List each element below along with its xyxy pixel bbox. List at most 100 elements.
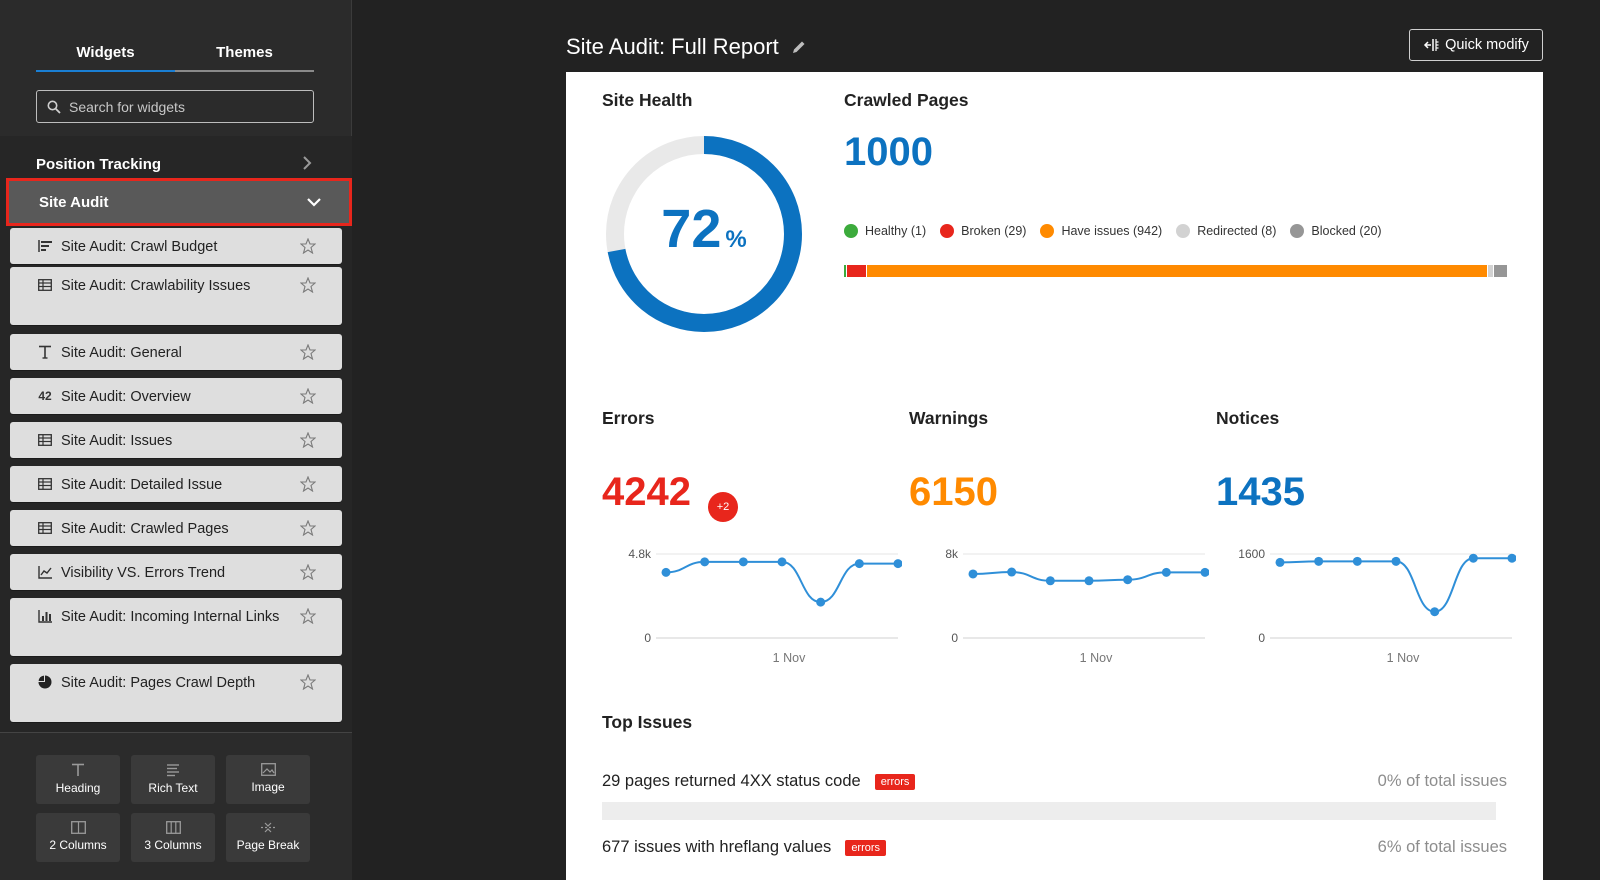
star-icon[interactable]	[300, 608, 316, 624]
heading-block[interactable]: Heading	[36, 755, 120, 804]
chevron-down-icon	[307, 198, 321, 207]
y-axis-min-label: 0	[1258, 631, 1265, 645]
block-label: Page Break	[236, 838, 300, 852]
two-columns-block[interactable]: 2 Columns	[36, 813, 120, 862]
y-axis-max-label: 1600	[1238, 547, 1265, 561]
site-health-number: 72	[661, 199, 722, 259]
star-icon[interactable]	[300, 344, 316, 360]
block-label: 2 Columns	[49, 838, 107, 852]
legend-dot	[1290, 224, 1305, 238]
widget-label: Site Audit: Crawl Budget	[61, 239, 218, 255]
bar-segment	[867, 265, 1487, 277]
category-site-audit[interactable]: Site Audit	[6, 178, 352, 226]
search-input[interactable]	[69, 98, 299, 115]
bar-segment	[1487, 265, 1493, 277]
issue-percentage: 6% of total issues	[1377, 838, 1507, 856]
pencil-icon[interactable]	[791, 39, 807, 55]
widget-item[interactable]: Site Audit: Detailed Issue	[10, 466, 342, 502]
errors-change-badge: +2	[708, 492, 738, 522]
widget-item[interactable]: Site Audit: Crawlability Issues	[10, 267, 342, 325]
x-axis-label: 1 Nov	[1080, 651, 1113, 665]
widget-item[interactable]: Site Audit: Incoming Internal Links	[10, 598, 342, 656]
star-icon[interactable]	[300, 388, 316, 404]
star-icon[interactable]	[300, 520, 316, 536]
report-title: Site Audit: Full Report	[566, 34, 807, 60]
report-card: Site Health 72% Crawled Pages 1000 Healt…	[566, 72, 1543, 880]
widget-item[interactable]: Site Audit: Pages Crawl Depth	[10, 664, 342, 722]
category-label: Site Audit	[39, 193, 109, 211]
tab-themes[interactable]: Themes	[175, 38, 314, 72]
issue-text: 677 issues with hreflang values	[602, 838, 832, 856]
two-columns-icon	[70, 821, 86, 834]
star-icon[interactable]	[300, 476, 316, 492]
bar-chart-icon	[37, 608, 53, 624]
star-icon[interactable]	[300, 277, 316, 293]
star-icon[interactable]	[300, 674, 316, 690]
widget-label: Site Audit: Pages Crawl Depth	[61, 675, 256, 691]
sidebar-tabs: Widgets Themes	[36, 38, 314, 72]
block-label: 3 Columns	[144, 838, 202, 852]
star-icon[interactable]	[300, 432, 316, 448]
widget-item[interactable]: Site Audit: Crawled Pages	[10, 510, 342, 546]
heading-icon	[72, 763, 84, 776]
rich-text-block[interactable]: Rich Text	[131, 755, 215, 804]
legend-item-blocked: Blocked (20)	[1290, 224, 1382, 238]
legend-item-have-issues: Have issues (942)	[1040, 224, 1162, 238]
trend-line	[665, 560, 898, 604]
issue-percentage: 0% of total issues	[1377, 772, 1507, 790]
block-label: Image	[251, 780, 285, 794]
crawled-pages-legend: Healthy (1) Broken (29) Have issues (942…	[844, 224, 1396, 238]
star-icon[interactable]	[300, 238, 316, 254]
widget-item[interactable]: Visibility VS. Errors Trend	[10, 554, 342, 590]
table-icon	[37, 520, 53, 536]
collapse-panel-icon	[1424, 39, 1439, 51]
image-block[interactable]: Image	[226, 755, 310, 804]
search-icon	[47, 100, 61, 114]
site-health-unit: %	[725, 226, 747, 253]
widget-label: Site Audit: Incoming Internal Links	[61, 609, 280, 625]
three-columns-icon	[165, 821, 181, 834]
legend-dot	[1040, 224, 1055, 238]
trend-point	[1314, 556, 1324, 566]
page-break-block[interactable]: Page Break	[226, 813, 310, 862]
three-columns-block[interactable]: 3 Columns	[131, 813, 215, 862]
widget-item[interactable]: 42 Site Audit: Overview	[10, 378, 342, 414]
sidebar: Widgets Themes Position Tracking Site Au…	[0, 0, 352, 880]
crawled-pages-value: 1000	[844, 130, 933, 174]
crawled-pages-bar	[844, 265, 1508, 277]
legend-label: Redirected (8)	[1197, 224, 1277, 238]
issue-row[interactable]: 29 pages returned 4XX status code errors	[602, 772, 916, 791]
y-axis-max-label: 4.8k	[628, 547, 652, 561]
trend-point	[1123, 575, 1133, 585]
issue-row[interactable]: 677 issues with hreflang values errors	[602, 838, 887, 857]
trend-point	[854, 559, 864, 569]
quick-modify-label: Quick modify	[1445, 37, 1529, 53]
layout-blocks: Heading Rich Text Image 2 Columns 3 Colu…	[0, 732, 352, 880]
widget-item[interactable]: Site Audit: Crawl Budget	[10, 228, 342, 264]
star-icon[interactable]	[300, 564, 316, 580]
legend-label: Have issues (942)	[1061, 224, 1163, 238]
trend-point	[738, 557, 748, 567]
legend-label: Broken (29)	[961, 224, 1027, 238]
crawled-pages-title: Crawled Pages	[844, 90, 969, 110]
tab-widgets[interactable]: Widgets	[36, 38, 175, 72]
widget-item[interactable]: Site Audit: General	[10, 334, 342, 370]
widget-item[interactable]: Site Audit: Issues	[10, 422, 342, 458]
bar-segment	[844, 265, 846, 277]
image-icon	[260, 763, 276, 776]
legend-item-redirected: Redirected (8)	[1176, 224, 1276, 238]
widget-search	[36, 90, 314, 123]
page-break-icon	[261, 822, 275, 833]
trend-point	[1391, 556, 1401, 566]
trend-point	[1084, 576, 1094, 586]
bar-segment	[847, 265, 867, 277]
trend-point	[1275, 557, 1285, 567]
widget-label: Site Audit: Crawled Pages	[61, 521, 229, 537]
issue-tag: errors	[874, 773, 916, 790]
trend-point	[1045, 576, 1055, 586]
block-label: Heading	[55, 781, 101, 795]
quick-modify-button[interactable]: Quick modify	[1409, 29, 1543, 61]
trend-point	[816, 597, 826, 607]
table-icon	[37, 476, 53, 492]
legend-label: Healthy (1)	[865, 224, 927, 238]
